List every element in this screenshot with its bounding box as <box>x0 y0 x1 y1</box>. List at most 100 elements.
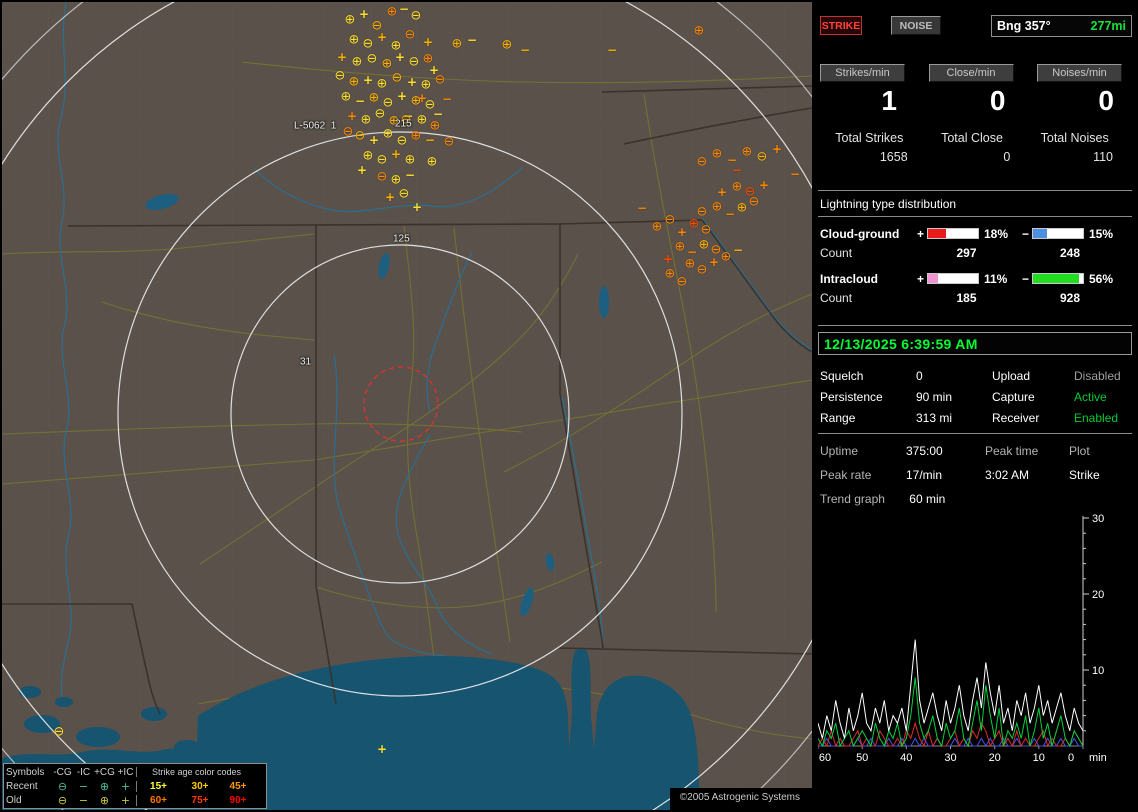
cloud-ground-label: Cloud-ground <box>820 226 900 241</box>
total-close-value: 0 <box>1003 150 1011 164</box>
svg-text:10: 10 <box>1033 752 1045 764</box>
persistence-label: Persistence <box>820 390 883 404</box>
ic-neg-symbol-icon: − <box>78 779 89 793</box>
trend-graph-label: Trend graph <box>820 492 885 506</box>
sidebar: STRIKE NOISE Bng 357° 277mi Strikes/min … <box>817 0 1132 812</box>
cg-neg-symbol-icon: ⊖ <box>57 779 68 793</box>
divider <box>818 190 1132 191</box>
total-close-label: Total Close <box>941 131 1003 145</box>
cg-pos-count: 297 <box>956 245 977 260</box>
total-noises-label: Total Noises <box>1040 131 1109 145</box>
noise-mode-button[interactable]: NOISE <box>891 16 941 35</box>
age-code: 45+ <box>229 780 247 792</box>
age-code: 75+ <box>191 794 209 806</box>
peak-time-value: 3:02 AM <box>985 468 1030 482</box>
rates-row: Strikes/min 1 Close/min 0 Noises/min 0 <box>818 64 1132 118</box>
map-surface[interactable]: ⊕ + ⊖ ⊕ − ⊖ ⊕ ⊖ + ⊕ ⊖ + + ⊕ ⊖ ⊕ + ⊖ ⊕ ⊖ ⊕ + ⊕ ⊖ + ⊕ ⊖ ⊕ − ⊕ ⊖ + ⊕ ⊖ − + ⊕ ⊖ ⊕ −… <box>2 2 812 810</box>
ic-pos-count: 185 <box>956 290 977 305</box>
legend-col-cg-neg: -CG <box>53 766 72 778</box>
minus-sign: − <box>1021 226 1029 241</box>
legend-row-label: Old <box>6 794 22 806</box>
svg-text:30: 30 <box>944 752 956 764</box>
legend-age-title: Strike age color codes <box>136 767 256 777</box>
copyright-text: ©2005 Astrogenic Systems <box>669 788 812 810</box>
peak-rate-value: 17/min <box>906 468 943 482</box>
plot-value: Strike <box>1069 468 1100 482</box>
trend-window-value: 60 min <box>909 492 946 506</box>
ic-pos-pct: 11% <box>984 271 1008 286</box>
distribution-row: Intracloud + 11% − 56% Count 185 928 <box>818 269 1132 307</box>
divider <box>818 433 1132 434</box>
legend-header: Symbols -CG -IC +CG +IC Strike age color… <box>6 765 264 779</box>
peak-time-label: Peak time <box>985 444 1039 458</box>
ic-pos-symbol-icon: + <box>120 779 131 793</box>
svg-text:10: 10 <box>1092 665 1104 677</box>
upload-label: Upload <box>992 369 1031 383</box>
distribution-row: Cloud-ground + 18% − 15% Count 297 248 <box>818 224 1132 262</box>
trend-chart-svg: 10 20 30 60 50 40 30 20 10 0 min <box>817 513 1107 764</box>
cg-neg-symbol-icon: ⊖ <box>57 793 68 807</box>
total-strikes-label: Total Strikes <box>835 131 904 145</box>
strike-legend: Symbols -CG -IC +CG +IC Strike age color… <box>3 763 267 809</box>
legend-symbols-title: Symbols <box>6 766 45 778</box>
trend-series-green <box>817 677 1084 748</box>
count-label: Count <box>820 245 853 260</box>
close-per-min-button[interactable]: Close/min <box>928 64 1014 82</box>
svg-text:0: 0 <box>1068 752 1074 764</box>
cg-neg-count: 248 <box>1059 245 1081 260</box>
svg-text:20: 20 <box>1092 589 1104 601</box>
mode-bar: STRIKE NOISE Bng 357° 277mi <box>818 14 1132 37</box>
svg-text:20: 20 <box>989 752 1001 764</box>
datetime-display: 12/13/2025 6:39:59 AM <box>818 332 1132 355</box>
peak-rate-label: Peak rate <box>820 468 872 482</box>
ic-neg-bar <box>1032 273 1084 284</box>
receiver-label: Receiver <box>992 411 1040 425</box>
range-value: 313 mi <box>916 411 953 425</box>
bearing-value: Bng 357° <box>997 18 1051 33</box>
noises-per-min-value: 0 <box>1098 85 1114 116</box>
cg-pos-pct: 18% <box>984 226 1009 241</box>
session-table: Uptime 375:00 Peak time Plot Peak rate 1… <box>820 444 1132 482</box>
nexstorm-window: ⊕ + ⊖ ⊕ − ⊖ ⊕ ⊖ + ⊕ ⊖ + + ⊕ ⊖ ⊕ + ⊖ ⊕ ⊖ ⊕ + ⊕ ⊖ + ⊕ ⊖ ⊕ − ⊕ ⊖ + ⊕ ⊖ − + ⊕ ⊖ ⊕ −… <box>0 0 1138 812</box>
trend-series-blue <box>818 737 1083 747</box>
close-per-min-value: 0 <box>989 85 1006 116</box>
noises-per-min-button[interactable]: Noises/min <box>1037 64 1122 82</box>
trend-chart: 10 20 30 60 50 40 30 20 10 0 min <box>817 513 1132 771</box>
trend-header: Trend graph 60 min <box>820 492 1132 506</box>
bearing-distance: 277mi <box>1090 18 1126 33</box>
age-code: 90+ <box>229 794 247 806</box>
uptime-label: Uptime <box>820 444 859 458</box>
count-label: Count <box>820 290 853 305</box>
bearing-readout: Bng 357° 277mi <box>991 14 1132 37</box>
strikes-per-min-value: 1 <box>881 85 897 116</box>
divider <box>818 325 1132 326</box>
plus-sign: + <box>916 226 924 241</box>
minus-sign: − <box>1021 271 1029 286</box>
capture-status: Active <box>1074 390 1107 404</box>
svg-text:30: 30 <box>1092 514 1104 525</box>
total-noises-value: 110 <box>1093 150 1114 164</box>
legend-col-ic-pos: +IC <box>117 766 134 778</box>
map-svg <box>2 2 812 810</box>
age-code: 30+ <box>191 780 209 792</box>
ic-neg-pct: 56% <box>1089 271 1114 286</box>
ic-neg-count: 928 <box>1059 290 1081 305</box>
age-code: 15+ <box>136 780 180 792</box>
uptime-value: 375:00 <box>906 444 943 458</box>
total-strikes-value: 1658 <box>879 150 908 164</box>
strike-mode-button[interactable]: STRIKE <box>820 16 862 35</box>
squelch-label: Squelch <box>820 369 864 383</box>
legend-row-label: Recent <box>6 780 38 792</box>
cg-neg-pct: 15% <box>1089 226 1114 241</box>
ic-pos-bar <box>927 273 979 284</box>
strikes-per-min-button[interactable]: Strikes/min <box>820 64 905 82</box>
distribution-title: Lightning type distribution <box>820 197 957 211</box>
age-code: 60+ <box>136 794 180 806</box>
squelch-value: 0 <box>916 369 923 383</box>
legend-row: Recent ⊖ − ⊕ + 15+ 30+ 45+ <box>6 779 264 793</box>
svg-text:min: min <box>1089 752 1107 764</box>
capture-label: Capture <box>992 390 1035 404</box>
trend-series-red <box>817 721 1084 748</box>
divider <box>818 216 1132 217</box>
cg-neg-bar <box>1032 228 1084 239</box>
